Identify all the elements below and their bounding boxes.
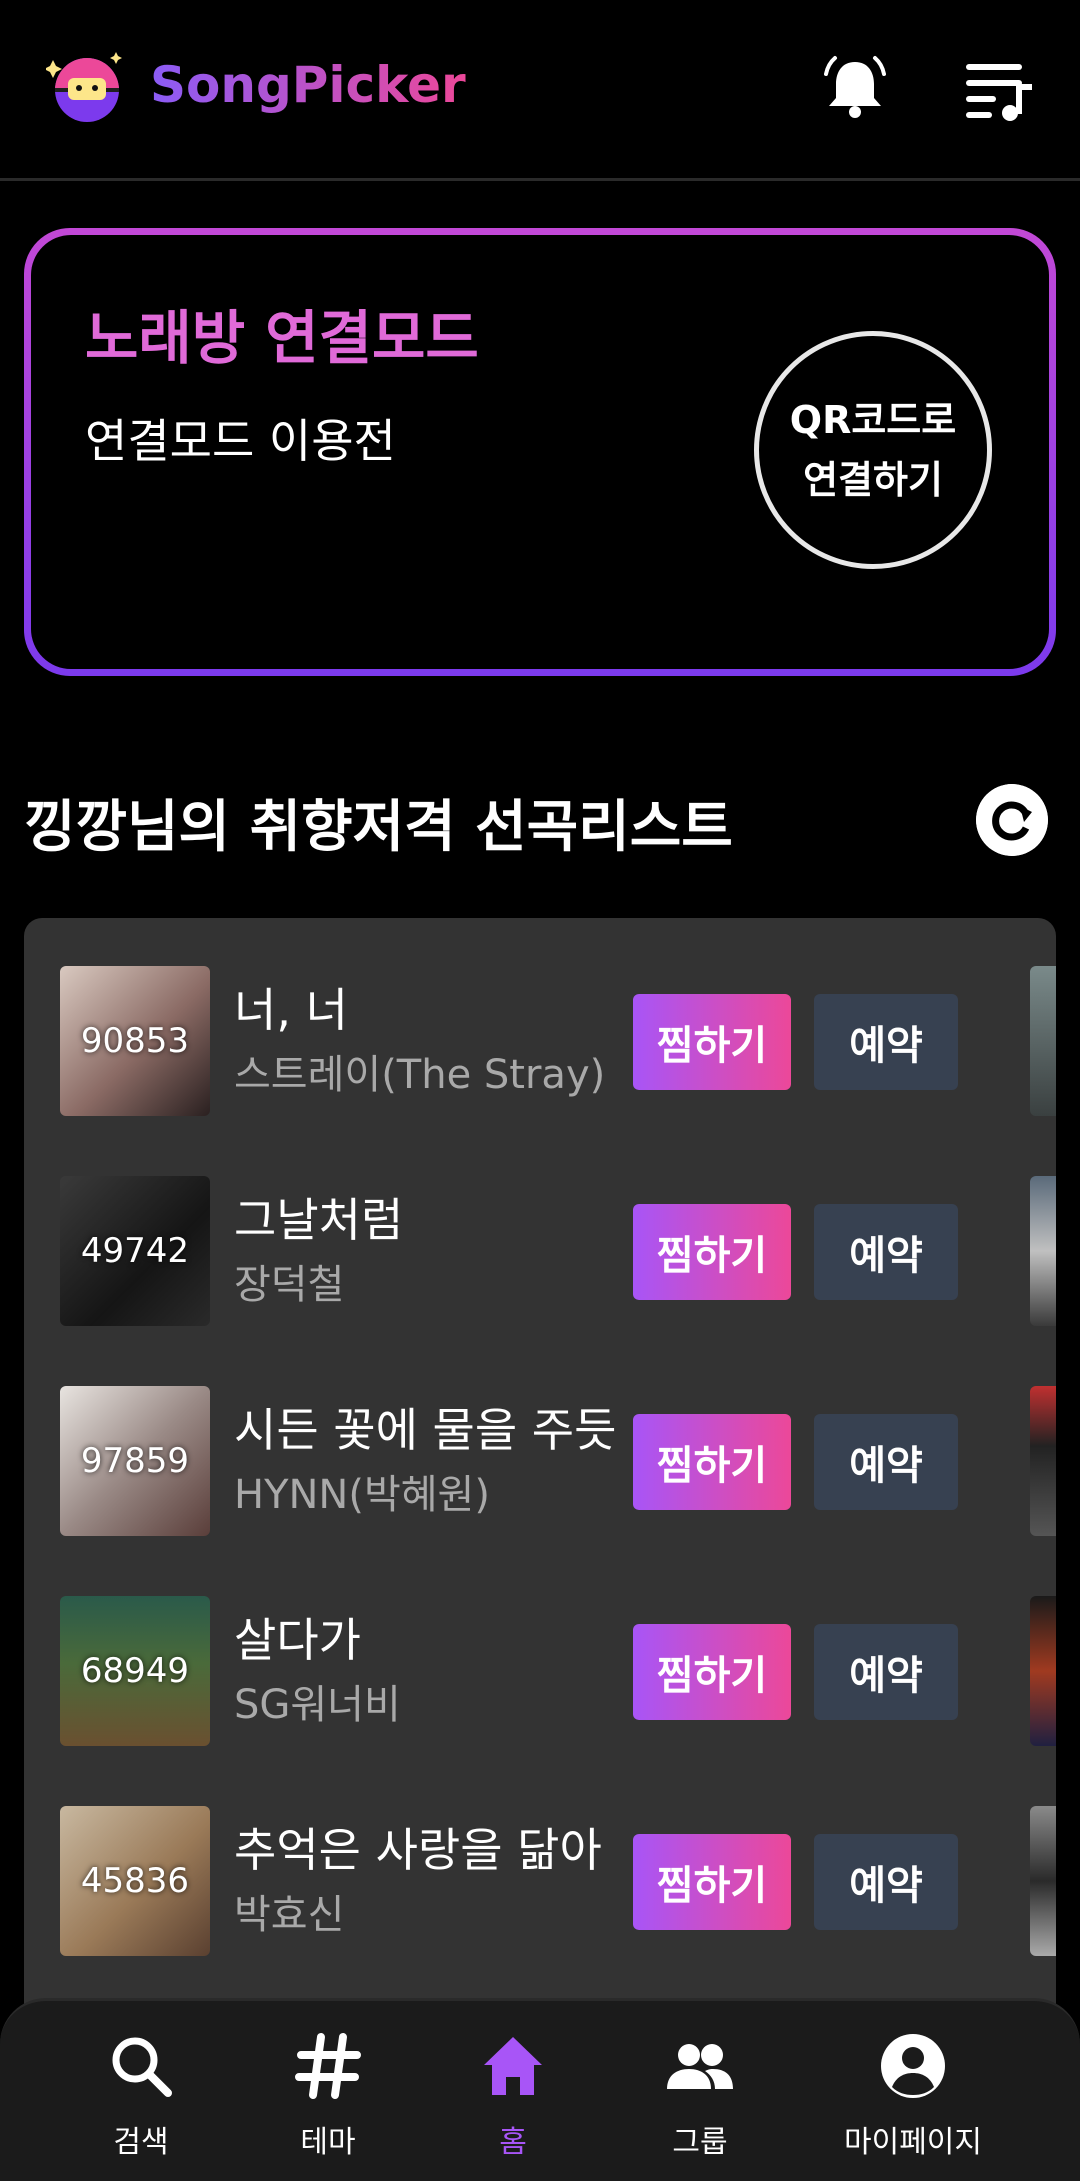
connect-mode-status: 연결모드 이용전 — [85, 414, 396, 468]
song-number: 45836 — [80, 1861, 190, 1901]
list-item: 68949 살다가 SG워너비 찜하기 예약 — [24, 1596, 1056, 1746]
next-item-preview — [1030, 1176, 1056, 1326]
next-item-preview — [1030, 1596, 1056, 1746]
nav-label: 마이페이지 — [844, 2125, 982, 2160]
song-artist: 박효신 — [234, 1892, 345, 1938]
album-art[interactable]: 45836 — [60, 1806, 210, 1956]
nav-label: 테마 — [300, 2125, 356, 2160]
song-number: 90853 — [80, 1021, 190, 1061]
recommend-section-title: 낑깡님의 취향저격 선곡리스트 — [24, 795, 733, 860]
group-icon — [667, 2044, 733, 2089]
brand-title: SongPicker — [150, 56, 466, 114]
album-art[interactable]: 49742 — [60, 1176, 210, 1326]
song-number: 97859 — [80, 1441, 190, 1481]
reserve-button[interactable]: 예약 — [814, 1624, 958, 1720]
karaoke-connect-card: 노래방 연결모드 연결모드 이용전 QR코드로 연결하기 — [24, 228, 1056, 676]
reserve-button[interactable]: 예약 — [814, 1834, 958, 1930]
reserve-button[interactable]: 예약 — [814, 1204, 958, 1300]
list-item: 97859 시든 꽃에 물을 주듯 HYNN(박혜원) 찜하기 예약 — [24, 1386, 1056, 1536]
playlist-icon[interactable] — [962, 58, 1034, 122]
song-artist: 장덕철 — [234, 1262, 345, 1308]
song-title[interactable]: 살다가 — [234, 1604, 361, 1670]
list-item: 49742 그날처럼 장덕철 찜하기 예약 — [24, 1176, 1056, 1326]
nav-item-group[interactable]: 그룹 — [605, 2001, 795, 2181]
search-icon — [112, 2037, 172, 2097]
album-art[interactable]: 97859 — [60, 1386, 210, 1536]
dib-button[interactable]: 찜하기 — [633, 1624, 791, 1720]
disco-ball-logo-icon[interactable] — [46, 46, 128, 128]
app-header: SongPicker — [0, 0, 1080, 181]
bell-icon[interactable] — [820, 54, 890, 124]
song-artist: 스트레이(The Stray) — [234, 1052, 606, 1098]
nav-item-search[interactable]: 검색 — [46, 2001, 236, 2181]
list-item: 45836 추억은 사랑을 닮아 박효신 찜하기 예약 — [24, 1806, 1056, 1956]
song-artist: HYNN(박혜원) — [234, 1472, 490, 1518]
reserve-button[interactable]: 예약 — [814, 994, 958, 1090]
song-title[interactable]: 너, 너 — [234, 974, 348, 1040]
song-list: 90853 너, 너 스트레이(The Stray) 찜하기 예약 49742 … — [24, 918, 1056, 2048]
dib-button[interactable]: 찜하기 — [633, 994, 791, 1090]
hashtag-icon — [295, 2033, 361, 2099]
connect-mode-title: 노래방 연결모드 — [85, 304, 479, 372]
reserve-button[interactable]: 예약 — [814, 1414, 958, 1510]
song-artist: SG워너비 — [234, 1682, 401, 1728]
refresh-icon[interactable] — [976, 784, 1048, 856]
next-item-preview — [1030, 966, 1056, 1116]
nav-label: 그룹 — [672, 2125, 728, 2160]
nav-item-theme[interactable]: 테마 — [233, 2001, 423, 2181]
qr-connect-line2: 연결하기 — [803, 458, 943, 502]
dib-button[interactable]: 찜하기 — [633, 1414, 791, 1510]
song-title[interactable]: 시든 꽃에 물을 주듯 — [234, 1394, 616, 1460]
dib-button[interactable]: 찜하기 — [633, 1204, 791, 1300]
next-item-preview — [1030, 1386, 1056, 1536]
song-title[interactable]: 추억은 사랑을 닮아 — [234, 1814, 602, 1880]
bottom-nav: 검색 테마 홈 그룹 마이페이지 — [0, 1998, 1080, 2181]
qr-connect-line1: QR코드로 — [789, 398, 957, 442]
song-title[interactable]: 그날처럼 — [234, 1184, 403, 1250]
next-item-preview — [1030, 1806, 1056, 1956]
nav-item-home[interactable]: 홈 — [418, 2001, 608, 2181]
song-number: 68949 — [80, 1651, 190, 1691]
qr-connect-button[interactable]: QR코드로 연결하기 — [754, 331, 992, 569]
dib-button[interactable]: 찜하기 — [633, 1834, 791, 1930]
nav-label: 검색 — [113, 2125, 169, 2160]
album-art[interactable]: 68949 — [60, 1596, 210, 1746]
list-item: 90853 너, 너 스트레이(The Stray) 찜하기 예약 — [24, 966, 1056, 1116]
home-icon — [484, 2037, 542, 2095]
account-icon — [881, 2034, 945, 2098]
nav-label: 홈 — [499, 2125, 527, 2160]
karaoke-connect-inner: 노래방 연결모드 연결모드 이용전 QR코드로 연결하기 — [31, 235, 1049, 669]
song-number: 49742 — [80, 1231, 190, 1271]
nav-item-mypage[interactable]: 마이페이지 — [818, 2001, 1008, 2181]
album-art[interactable]: 90853 — [60, 966, 210, 1116]
